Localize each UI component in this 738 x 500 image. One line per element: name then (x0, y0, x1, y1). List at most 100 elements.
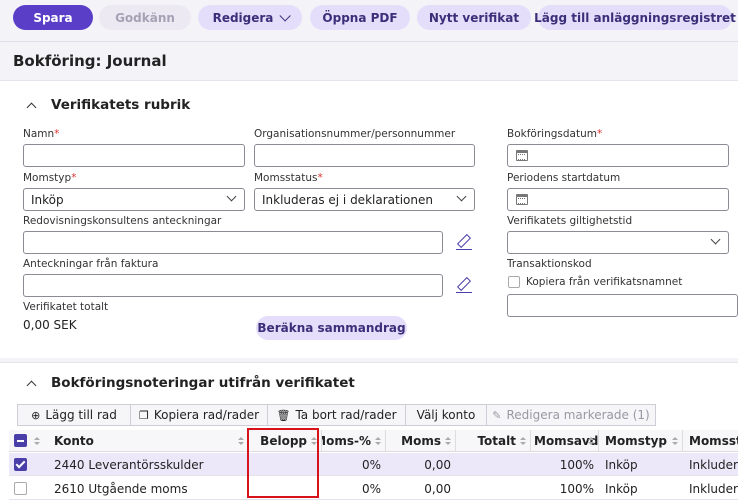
col-label: Momsstatus (689, 434, 738, 448)
section-title-lines: Bokföringsnoteringar utifrån verifikatet (51, 375, 355, 391)
cell-total[interactable] (456, 477, 526, 500)
period-start-label: Periodens startdatum (507, 172, 621, 184)
pencil-edit-icon[interactable] (456, 277, 472, 293)
col-header-total[interactable]: Totalt (456, 430, 531, 452)
edit-selected-label: Redigera markerade (1) (506, 408, 650, 422)
vat-status-value: Inkluderas ej i deklarationen (262, 193, 433, 207)
col-header-vat[interactable]: Moms (386, 430, 456, 452)
table-row[interactable]: 2440 Leverantörsskulder 0% 0,00 100% Ink… (9, 453, 738, 476)
edit-icon: ✎ (492, 408, 502, 422)
add-row-label: Lägg till rad (45, 408, 117, 422)
cell-vat[interactable]: 0,00 (386, 453, 451, 476)
collapse-chevron-icon[interactable] (25, 99, 39, 113)
col-label: Konto (54, 434, 94, 448)
copy-from-name-label: Kopiera från verifikatsnamnet (526, 276, 683, 288)
new-voucher-button[interactable]: Nytt verifikat (417, 5, 531, 30)
col-header-vat-type[interactable]: Momstyp (599, 430, 683, 452)
validity-select[interactable] (507, 231, 729, 254)
required-mark: * (71, 172, 77, 184)
table-row[interactable]: 2610 Utgående moms 0% 0,00 100% Inköp In… (9, 477, 738, 500)
sort-icon[interactable] (672, 437, 678, 445)
plus-circle-icon: ⊕ (31, 408, 41, 422)
vat-type-select[interactable]: Inköp (23, 188, 245, 211)
org-number-label: Organisationsnummer/personnummer (254, 128, 456, 140)
cell-vat[interactable]: 0,00 (386, 477, 451, 500)
validity-label: Verifikatets giltighetstid (507, 215, 633, 227)
col-header-vat-deduction[interactable]: Momsavdrag (531, 430, 599, 452)
cell-vat-deduction[interactable]: 100% (531, 453, 594, 476)
highlight-annotation-box (247, 428, 319, 498)
required-mark: * (317, 172, 323, 184)
chevron-down-icon (456, 191, 467, 202)
name-input[interactable] (23, 144, 245, 167)
required-mark: * (596, 128, 603, 140)
open-pdf-button[interactable]: Öppna PDF (310, 5, 410, 30)
period-start-input[interactable] (507, 188, 729, 211)
save-button[interactable]: Spara (13, 5, 93, 30)
cell-account[interactable]: 2610 Utgående moms (54, 477, 249, 500)
chevron-down-icon (710, 234, 721, 245)
edit-dropdown-button[interactable]: Redigera (198, 5, 302, 30)
cell-account[interactable]: 2440 Leverantörsskulder (54, 453, 249, 476)
name-label: Namn* (23, 128, 59, 140)
sort-icon[interactable] (445, 437, 451, 445)
select-all-cell (9, 430, 44, 452)
cell-vat-pct[interactable]: 0% (322, 453, 381, 476)
copy-rows-label: Kopiera rad/rader (153, 408, 260, 422)
page-title: Bokföring: Journal (13, 52, 167, 70)
calculate-summary-button[interactable]: Beräkna sammandrag (256, 316, 407, 340)
edit-label: Redigera (212, 10, 274, 25)
row-checkbox[interactable] (14, 482, 27, 495)
booking-date-label: Bokföringsdatum* (507, 128, 602, 140)
grid-header: Konto Belopp Moms-% Moms Totalt Momsavdr… (9, 430, 738, 452)
delete-rows-button[interactable]: 🗑 Ta bort rad/rader (267, 404, 406, 426)
copy-rows-button[interactable]: ❐ Kopiera rad/rader (130, 404, 268, 426)
cell-vat-pct[interactable]: 0% (322, 477, 381, 500)
sort-icon[interactable] (588, 437, 594, 445)
name-label-text: Namn (23, 128, 55, 140)
cell-total[interactable] (456, 453, 526, 476)
col-label: Momstyp (605, 434, 667, 448)
sort-icon[interactable] (238, 437, 244, 445)
vat-status-label: Momsstatus* (254, 172, 323, 184)
booking-date-input[interactable] (507, 144, 729, 167)
collapse-chevron-icon[interactable] (25, 377, 39, 391)
vat-type-label-text: Momstyp (23, 172, 72, 184)
booking-date-label-text: Bokföringsdatum (507, 128, 597, 140)
chevron-down-icon (279, 9, 292, 22)
approve-button[interactable]: Godkänn (99, 5, 191, 30)
invoice-notes-input[interactable] (23, 274, 443, 297)
sort-icon[interactable] (520, 437, 526, 445)
choose-account-button[interactable]: Välj konto (405, 404, 487, 426)
copy-from-name-checkbox[interactable] (508, 276, 520, 288)
cell-vat-status[interactable]: Inkluderas (689, 477, 738, 500)
edit-selected-button[interactable]: ✎ Redigera markerade (1) (486, 404, 656, 426)
pencil-edit-icon[interactable] (456, 234, 472, 250)
invoice-notes-label: Anteckningar från faktura (23, 258, 159, 270)
vat-status-label-text: Momsstatus (254, 172, 318, 184)
col-header-vat-status[interactable]: Momsstatus (683, 430, 738, 452)
transaction-code-label: Transaktionskod (507, 258, 592, 270)
select-all-checkbox[interactable] (14, 434, 27, 447)
trash-icon: 🗑 (276, 408, 291, 422)
cell-vat-status[interactable]: Inkluderas (689, 453, 738, 476)
cell-vat-type[interactable]: Inköp (605, 453, 683, 476)
total-label: Verifikatet totalt (23, 301, 109, 313)
cell-vat-deduction[interactable]: 100% (531, 477, 594, 500)
cell-vat-type[interactable]: Inköp (605, 477, 683, 500)
add-row-button[interactable]: ⊕ Lägg till rad (17, 404, 131, 426)
col-header-account[interactable]: Konto (44, 430, 249, 452)
org-number-input[interactable] (254, 144, 475, 167)
row-checkbox[interactable] (14, 458, 27, 471)
sort-icon[interactable] (34, 437, 40, 445)
consultant-notes-input[interactable] (23, 231, 443, 254)
col-header-vat-pct[interactable]: Moms-% (322, 430, 386, 452)
transaction-code-input[interactable] (507, 294, 738, 317)
consultant-notes-label: Redovisningskonsultens anteckningar (23, 215, 222, 227)
vat-status-select[interactable]: Inkluderas ej i deklarationen (254, 188, 475, 211)
sort-icon[interactable] (375, 437, 381, 445)
calendar-icon[interactable] (516, 194, 528, 205)
col-label: Moms (401, 434, 441, 448)
add-asset-register-button[interactable]: Lägg till anläggningsregistret (534, 5, 736, 30)
calendar-icon[interactable] (516, 150, 528, 161)
